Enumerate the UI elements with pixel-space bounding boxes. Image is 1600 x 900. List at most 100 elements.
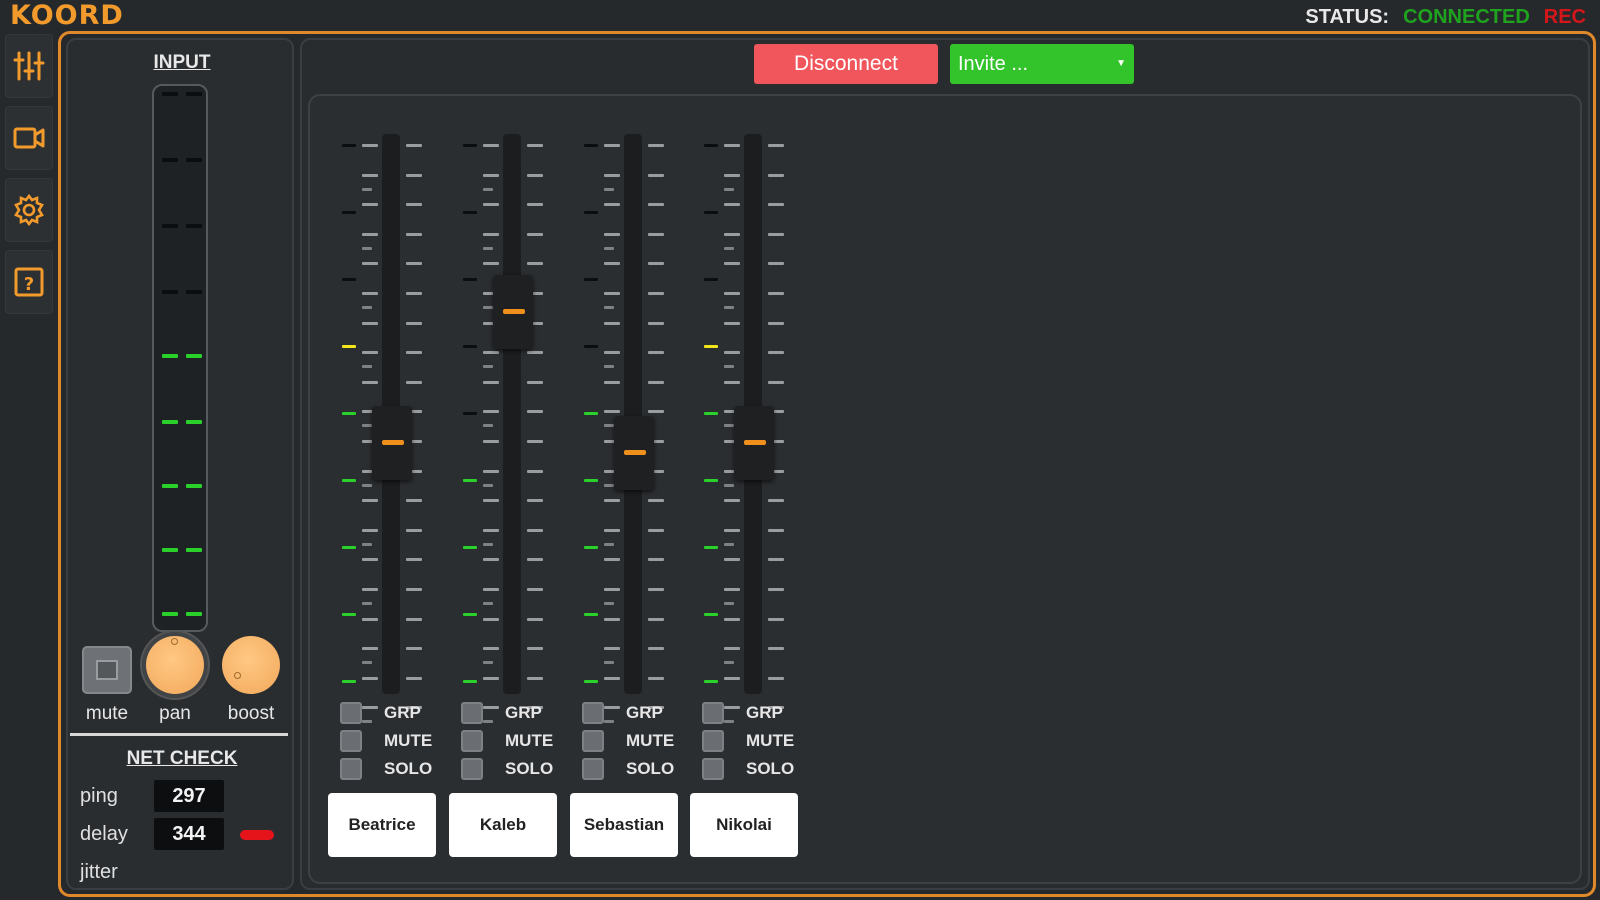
scale-tick xyxy=(406,380,422,384)
fader-handle[interactable] xyxy=(372,406,412,481)
solo-label: SOLO xyxy=(384,759,433,778)
delay-value: 344 xyxy=(154,818,224,850)
rec-indicator[interactable]: REC xyxy=(1544,6,1586,29)
ping-label: ping xyxy=(80,785,118,807)
meter-segment xyxy=(186,158,202,162)
channel-meter-segment xyxy=(704,412,718,415)
mute-checkbox[interactable] xyxy=(702,730,724,752)
scale-tick xyxy=(362,292,378,295)
channel-meter-segment xyxy=(342,613,356,616)
scale-tick xyxy=(648,232,664,236)
scale-tick xyxy=(362,499,378,503)
scale-tick xyxy=(483,588,499,591)
mixer-button[interactable] xyxy=(5,34,53,98)
scale-tick xyxy=(483,424,493,428)
meter-segment xyxy=(162,224,178,228)
channel-meter-segment xyxy=(463,546,477,549)
scale-tick xyxy=(648,203,664,207)
left-toolbar: ? xyxy=(5,34,53,314)
boost-knob[interactable] xyxy=(222,636,280,694)
solo-checkbox[interactable] xyxy=(340,758,362,780)
scale-tick xyxy=(604,262,620,266)
pan-knob[interactable] xyxy=(146,636,204,694)
mute-checkbox[interactable] xyxy=(340,730,362,752)
mute-option[interactable]: MUTE xyxy=(702,728,812,754)
scale-tick xyxy=(362,380,378,384)
channel-meter-segment xyxy=(342,345,356,348)
fader-handle[interactable] xyxy=(734,406,774,481)
meter-segment xyxy=(186,612,202,616)
mixer-board: GRP MUTE SOLO Beatrice GRP MUTE SOLO Kal… xyxy=(308,94,1582,884)
solo-label: SOLO xyxy=(505,759,554,778)
mute-option[interactable]: MUTE xyxy=(461,728,571,754)
mute-checkbox[interactable] xyxy=(582,730,604,752)
channel-name-button[interactable]: Sebastian xyxy=(570,793,678,857)
channel-meter-segment xyxy=(704,546,718,549)
scale-tick xyxy=(483,144,499,147)
solo-checkbox[interactable] xyxy=(461,758,483,780)
fader-handle[interactable] xyxy=(493,274,533,349)
channel-meter-segment xyxy=(584,144,598,147)
fader-track[interactable] xyxy=(503,134,521,694)
fader-indicator xyxy=(503,308,525,314)
solo-option[interactable]: SOLO xyxy=(582,756,692,782)
scale-tick xyxy=(604,676,620,680)
channel-name-button[interactable]: Kaleb xyxy=(449,793,557,857)
scale-tick xyxy=(724,528,740,532)
scale-tick xyxy=(648,173,664,177)
grp-checkbox[interactable] xyxy=(582,702,604,724)
scale-tick xyxy=(406,647,422,651)
scale-tick xyxy=(406,499,422,503)
grp-option[interactable]: GRP xyxy=(340,700,450,726)
grp-option[interactable]: GRP xyxy=(461,700,571,726)
solo-option[interactable]: SOLO xyxy=(340,756,450,782)
grp-option[interactable]: GRP xyxy=(582,700,692,726)
mute-icon xyxy=(96,660,118,680)
fader-handle[interactable] xyxy=(614,415,654,490)
channel-meter-segment xyxy=(704,680,718,683)
channel-meter-segment xyxy=(704,345,718,348)
scale-tick xyxy=(362,647,378,651)
solo-option[interactable]: SOLO xyxy=(702,756,812,782)
input-mute-button[interactable] xyxy=(82,646,132,694)
scale-tick xyxy=(483,542,493,546)
scale-tick xyxy=(406,558,422,562)
boost-label: boost xyxy=(227,703,275,724)
scale-tick xyxy=(362,262,378,266)
help-button[interactable]: ? xyxy=(5,250,53,314)
scale-tick xyxy=(604,232,620,236)
scale-tick xyxy=(483,440,499,443)
scale-tick xyxy=(406,617,422,621)
solo-checkbox[interactable] xyxy=(582,758,604,780)
invite-dropdown[interactable]: Invite ... ▼ xyxy=(950,44,1134,84)
solo-label: SOLO xyxy=(746,759,795,778)
scale-tick xyxy=(724,365,734,369)
scale-tick xyxy=(527,351,543,355)
grp-option[interactable]: GRP xyxy=(702,700,812,726)
scale-tick xyxy=(604,187,614,191)
fader-track[interactable] xyxy=(624,134,642,694)
channel-name-button[interactable]: Nikolai xyxy=(690,793,798,857)
solo-option[interactable]: SOLO xyxy=(461,756,571,782)
scale-tick xyxy=(362,617,378,621)
grp-checkbox[interactable] xyxy=(340,702,362,724)
grp-checkbox[interactable] xyxy=(461,702,483,724)
meter-segment xyxy=(162,548,178,552)
scale-tick xyxy=(483,499,499,503)
settings-button[interactable] xyxy=(5,178,53,242)
scale-tick xyxy=(483,661,493,665)
scale-tick xyxy=(362,661,372,665)
solo-checkbox[interactable] xyxy=(702,758,724,780)
mute-checkbox[interactable] xyxy=(461,730,483,752)
video-button[interactable] xyxy=(5,106,53,170)
status-bar: STATUS: CONNECTED REC xyxy=(1305,6,1586,29)
meter-segment xyxy=(162,420,178,424)
scale-tick xyxy=(768,262,784,266)
scale-tick xyxy=(362,187,372,191)
mute-option[interactable]: MUTE xyxy=(582,728,692,754)
mute-option[interactable]: MUTE xyxy=(340,728,450,754)
disconnect-button[interactable]: Disconnect xyxy=(754,44,938,84)
grp-checkbox[interactable] xyxy=(702,702,724,724)
channel-name-button[interactable]: Beatrice xyxy=(328,793,436,857)
scale-tick xyxy=(527,410,543,414)
